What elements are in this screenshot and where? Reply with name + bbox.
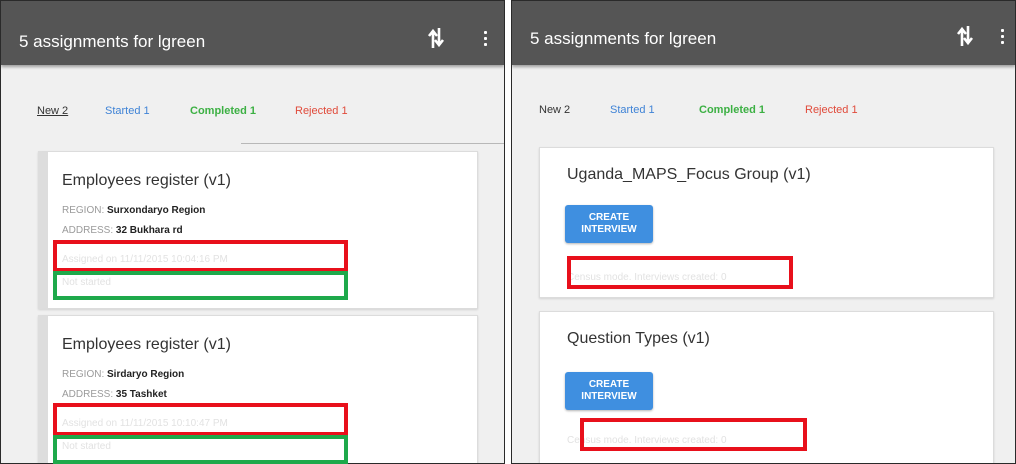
assignment-tabs: New 2 Started 1 Completed 1 Rejected 1	[1, 97, 504, 137]
census-mode-text: Census mode. Interviews created: 0	[567, 435, 727, 446]
sync-icon[interactable]	[956, 25, 974, 47]
assigned-date: Assigned on 11/11/2015 10:04:16 PM	[62, 254, 228, 265]
questionnaire-card: Uganda_MAPS_Focus Group (v1) CREATE INTE…	[539, 147, 994, 298]
tab-divider	[241, 143, 504, 144]
app-toolbar: 5 assignments for lgreen	[1, 1, 504, 65]
tab-completed[interactable]: Completed 1	[190, 105, 256, 117]
assigned-date: Assigned on 11/11/2015 10:10:47 PM	[62, 418, 228, 429]
assignment-card[interactable]: Employees register (v1) REGION: Sirdaryo…	[38, 315, 478, 463]
address-field: ADDRESS: 35 Tashket	[62, 389, 167, 400]
tab-rejected[interactable]: Rejected 1	[295, 105, 348, 117]
tab-completed[interactable]: Completed 1	[699, 104, 765, 116]
questionnaire-card: Question Types (v1) CREATE INTERVIEW Cen…	[539, 311, 994, 463]
status-text: Not started	[62, 441, 111, 452]
tab-new[interactable]: New 2	[37, 105, 68, 117]
questionnaire-title: Employees register (v1)	[62, 172, 231, 189]
status-text: Not started	[62, 277, 111, 288]
questionnaire-title: Employees register (v1)	[62, 336, 231, 353]
overflow-menu-icon[interactable]	[482, 31, 488, 49]
tab-rejected[interactable]: Rejected 1	[805, 104, 858, 116]
toolbar-title: 5 assignments for lgreen	[530, 29, 717, 48]
toolbar-title: 5 assignments for lgreen	[19, 32, 206, 51]
create-interview-button[interactable]: CREATE INTERVIEW	[565, 205, 653, 243]
questionnaire-title: Question Types (v1)	[567, 330, 710, 347]
right-screen: 5 assignments for lgreen New 2 Started 1…	[511, 0, 1016, 464]
region-field: REGION: Surxondaryo Region	[62, 205, 206, 216]
create-interview-button[interactable]: CREATE INTERVIEW	[565, 372, 653, 410]
census-mode-text: Census mode. Interviews created: 0	[567, 272, 727, 283]
assignment-card[interactable]: Employees register (v1) REGION: Surxonda…	[38, 151, 478, 309]
overflow-menu-icon[interactable]	[999, 29, 1005, 47]
app-toolbar: 5 assignments for lgreen	[512, 1, 1015, 65]
tab-new[interactable]: New 2	[539, 104, 570, 116]
tab-started[interactable]: Started 1	[610, 104, 655, 116]
sync-icon[interactable]	[427, 27, 445, 49]
address-field: ADDRESS: 32 Bukhara rd	[62, 225, 183, 236]
left-screen: 5 assignments for lgreen New 2 Started 1…	[0, 0, 505, 464]
tab-started[interactable]: Started 1	[105, 105, 150, 117]
region-field: REGION: Sirdaryo Region	[62, 369, 185, 380]
assignment-tabs: New 2 Started 1 Completed 1 Rejected 1	[512, 97, 1015, 137]
questionnaire-title: Uganda_MAPS_Focus Group (v1)	[567, 166, 811, 183]
